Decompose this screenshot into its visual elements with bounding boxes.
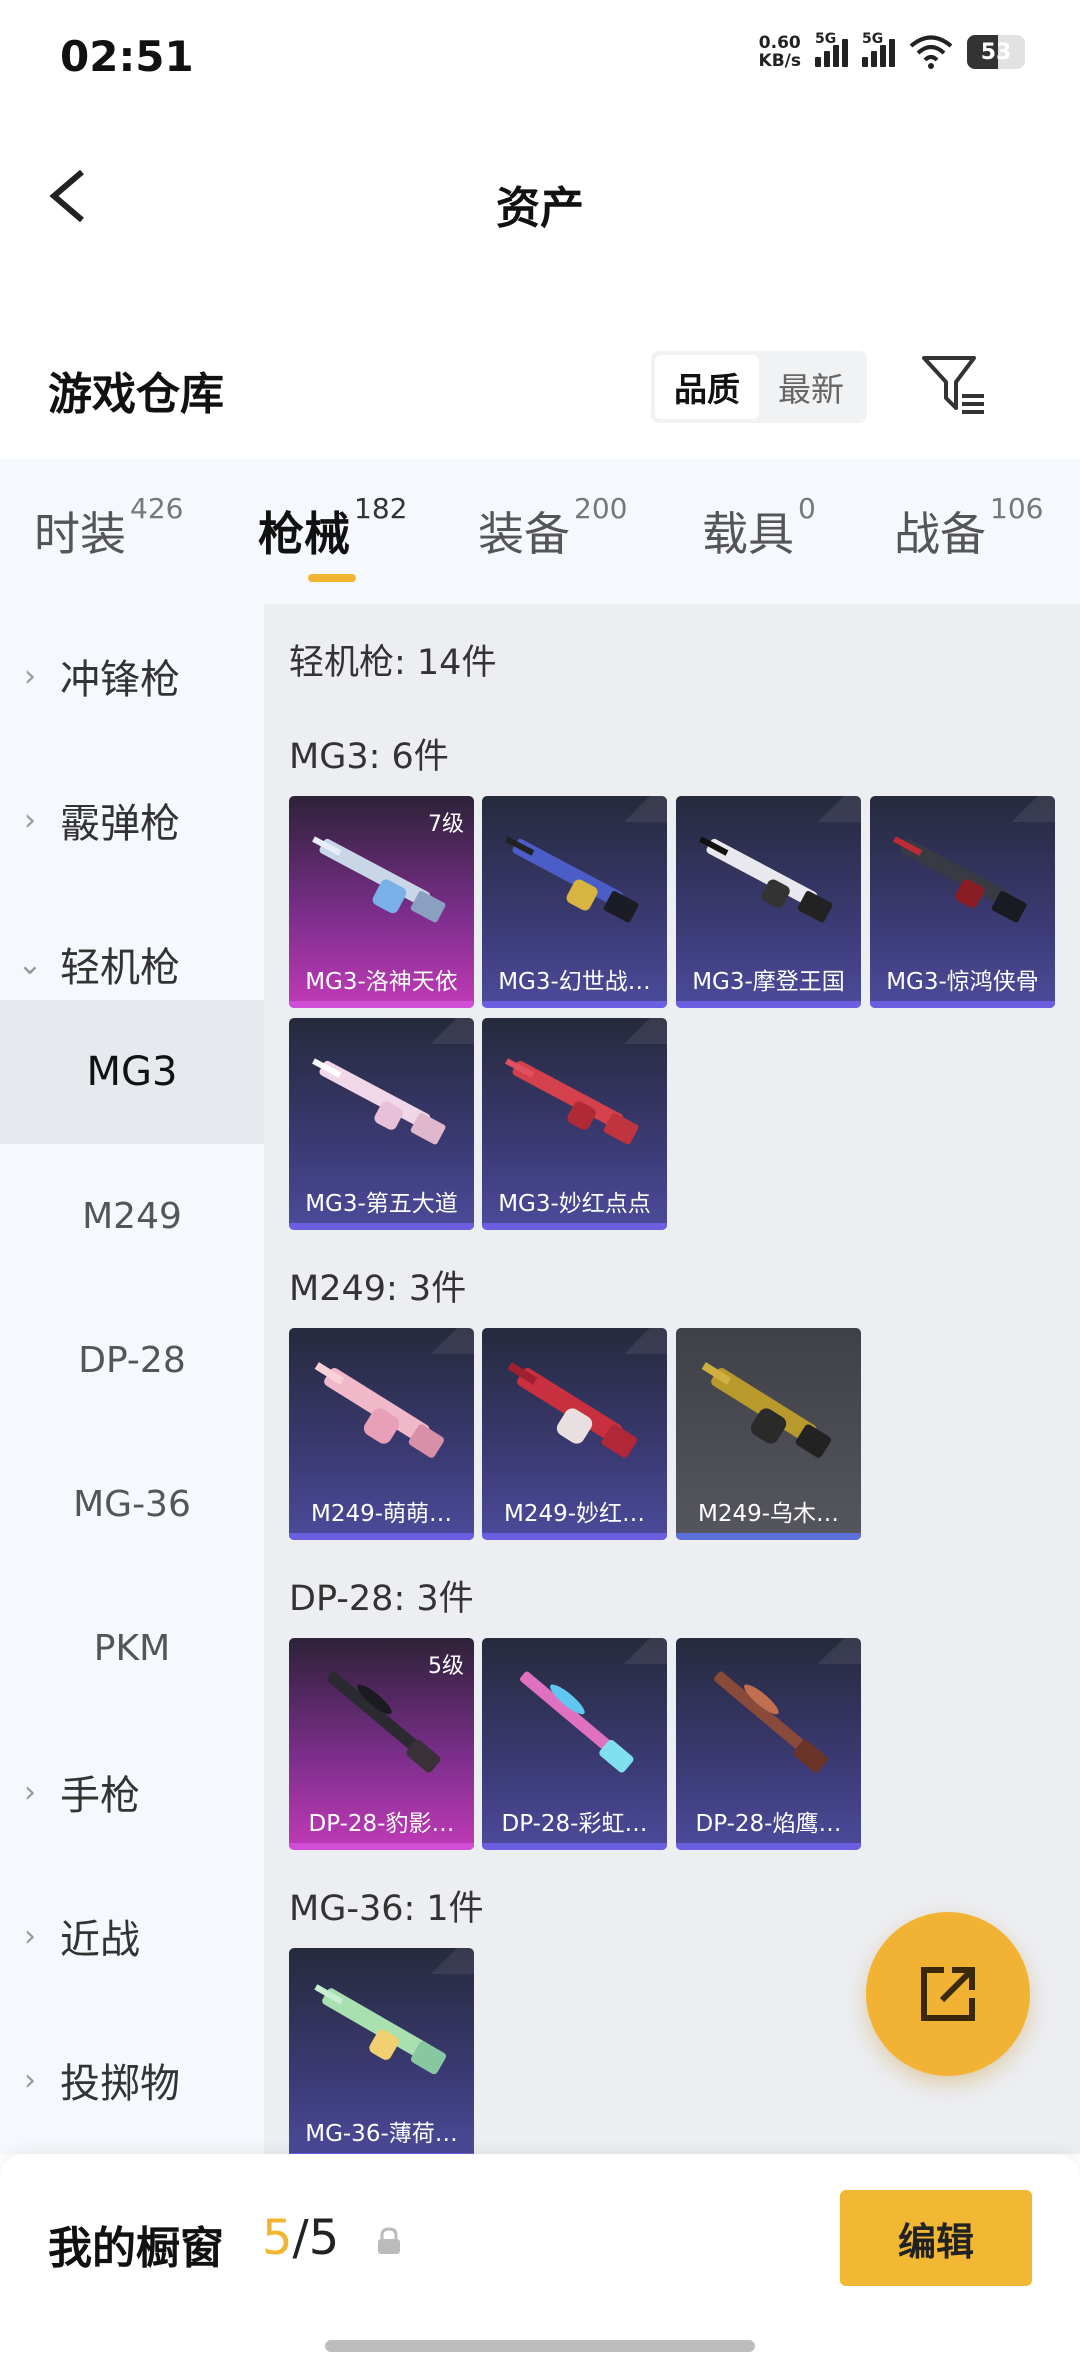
sidebar-subitem-m249[interactable]: M249 [0,1144,264,1288]
warehouse-title: 游戏仓库 [48,369,224,420]
rifle-icon [327,1671,441,1773]
skin-name: M249-萌萌… [310,1501,453,1527]
skin-card[interactable]: MG3-妙红点点 [482,1018,667,1230]
skin-name: M249-乌木… [697,1501,840,1527]
skin-name: MG3-洛神天依 [305,969,458,995]
weapon-type-sidebar: › 冲锋枪 › 霰弹枪 ⌄ 轻机枪 MG3 M249 DP-28 MG-36 PKM … [0,604,264,2154]
chevron-right-icon: › [24,1774,36,1810]
skin-card[interactable]: MG3-第五大道 [289,1018,474,1230]
battery-icon: 53 [967,35,1025,69]
rifle-icon [505,1058,639,1145]
sort-newest-button[interactable]: 最新 [759,355,863,419]
page-title: 资产 [496,183,584,234]
chevron-right-icon: › [24,2062,36,2098]
skin-name: MG3-惊鸿侠骨 [886,969,1039,995]
sort-toggle: 品质 最新 [651,351,867,423]
rifle-icon [701,1362,831,1458]
signal-icon: 5G [862,31,895,67]
category-count-label: 轻机枪: 14件 [289,643,497,683]
category-tabs: 时装 426 枪械 182 装备 200 载具 0 战备 106 [0,458,1080,604]
rifle-icon [312,1058,446,1145]
chevron-right-icon: › [24,802,36,838]
rifle-icon [507,1362,637,1458]
app-header: 资产 [0,120,1080,270]
group-label-m249: M249: 3件 [289,1269,467,1309]
skin-card[interactable]: M249-妙红… [482,1328,667,1540]
rifle-icon [520,1671,634,1773]
tab-firearms[interactable]: 枪械 182 [258,492,407,582]
skin-card[interactable]: MG3-幻世战… [482,796,667,1008]
rifle-icon [505,836,639,923]
tab-vehicles[interactable]: 载具 0 [702,492,816,564]
skin-card[interactable]: M249-乌木… [676,1328,861,1540]
group-label-dp28: DP-28: 3件 [289,1579,474,1619]
chevron-down-icon: ⌄ [17,946,43,982]
rifle-icon [893,836,1027,923]
showcase-label: 我的橱窗 [48,2223,224,2274]
sidebar-subitem-mg3[interactable]: MG3 [0,1000,264,1144]
lock-icon [378,2227,400,2254]
sidebar-subitem-pkm[interactable]: PKM [0,1576,264,1720]
skin-name: MG3-摩登王国 [692,969,845,995]
skin-card[interactable]: DP-28-彩虹… [482,1638,667,1850]
sidebar-item-shotgun[interactable]: › 霰弹枪 [0,748,264,892]
edit-button[interactable]: 编辑 [840,2190,1032,2286]
group-label-mg36: MG-36: 1件 [289,1889,484,1929]
rifle-icon [314,1984,447,2075]
status-time: 02:51 [60,32,194,81]
tab-active-indicator [308,574,356,582]
status-icons: 0.60 KB/s 5G 5G 53 [758,31,1025,71]
group-label-mg3: MG3: 6件 [289,737,449,777]
wifi-icon [909,35,953,69]
rifle-icon [312,836,446,923]
chevron-right-icon: › [24,1918,36,1954]
skin-name: DP-28-豹影… [308,1811,455,1837]
skin-card[interactable]: 7级 MG3-洛神天依 [289,796,474,1008]
sidebar-item-smg[interactable]: › 冲锋枪 [0,604,264,748]
sidebar-item-melee[interactable]: › 近战 [0,1864,264,2008]
skin-name: MG3-第五大道 [305,1191,458,1217]
rifle-icon [314,1362,444,1458]
sidebar-item-pistol[interactable]: › 手枪 [0,1720,264,1864]
tab-supplies[interactable]: 战备 106 [894,492,1043,564]
showcase-count: 5/5 [262,2210,340,2266]
rifle-icon [714,1671,828,1773]
signal-icon: 5G [815,31,848,67]
network-speed: 0.60 KB/s [758,33,801,71]
filter-icon[interactable] [920,354,990,416]
skin-name: MG3-幻世战… [498,969,651,995]
skin-name: DP-28-焰鹰… [695,1811,842,1837]
external-link-icon [921,1967,975,2021]
skin-card[interactable]: MG3-惊鸿侠骨 [870,796,1055,1008]
sidebar-item-throwable[interactable]: › 投掷物 [0,2008,264,2152]
rifle-icon [699,836,833,923]
skin-name: DP-28-彩虹… [501,1811,648,1837]
sidebar-subitem-mg36[interactable]: MG-36 [0,1432,264,1576]
skin-name: MG-36-薄荷… [305,2121,458,2147]
chevron-right-icon: › [24,658,36,694]
skin-card[interactable]: DP-28-焰鹰… [676,1638,861,1850]
tab-equipment[interactable]: 装备 200 [478,492,627,564]
share-button[interactable] [866,1912,1030,2076]
skin-card[interactable]: MG3-摩登王国 [676,796,861,1008]
skin-card[interactable]: M249-萌萌… [289,1328,474,1540]
skin-name: M249-妙红… [503,1501,646,1527]
home-indicator [325,2340,755,2352]
skin-card[interactable]: 5级 DP-28-豹影… [289,1638,474,1850]
sidebar-subitem-dp28[interactable]: DP-28 [0,1288,264,1432]
status-bar: 02:51 0.60 KB/s 5G 5G 53 [0,0,1080,120]
skin-card[interactable]: MG-36-薄荷… [289,1948,474,2154]
sort-quality-button[interactable]: 品质 [655,355,759,419]
skin-name: MG3-妙红点点 [498,1191,651,1217]
tab-fashion[interactable]: 时装 426 [34,492,183,564]
